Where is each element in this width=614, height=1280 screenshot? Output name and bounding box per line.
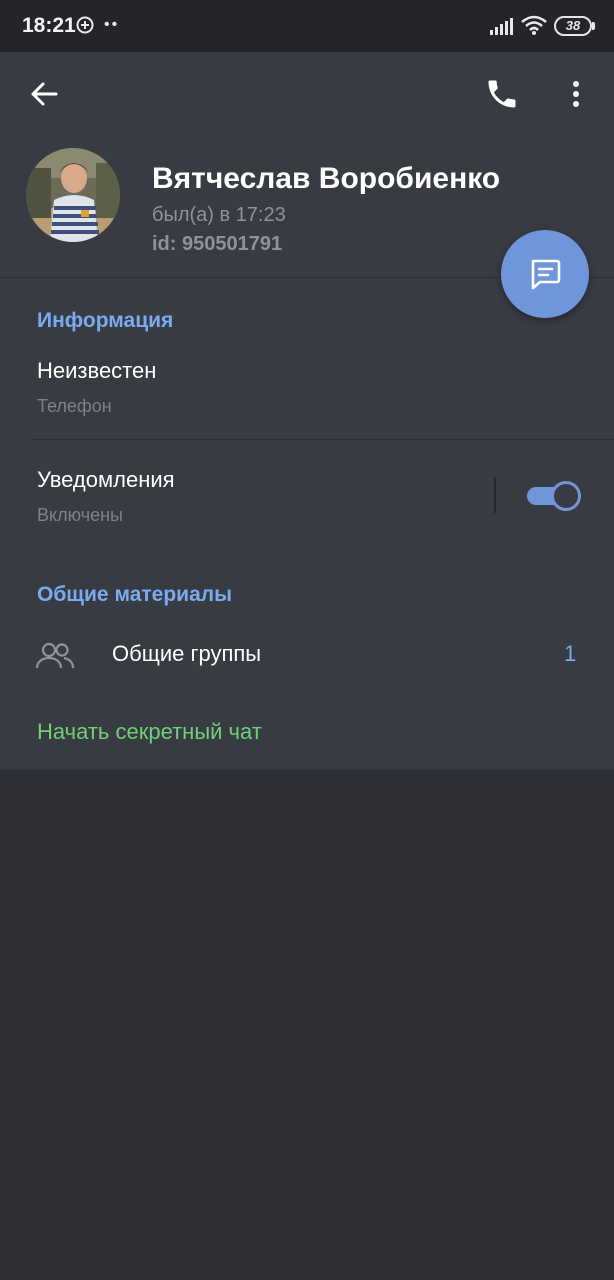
profile-name: Вятчеслав Воробиенко xyxy=(152,162,501,195)
shared-section-title: Общие материалы xyxy=(37,583,233,606)
user-id: id: 950501791 xyxy=(152,233,283,255)
status-time: 18:21 xyxy=(22,14,76,37)
avatar[interactable] xyxy=(26,148,120,242)
notifications-title: Уведомления xyxy=(37,467,175,492)
phone-label: Телефон xyxy=(37,396,112,416)
common-groups-count: 1 xyxy=(564,641,577,666)
notifications-toggle[interactable] xyxy=(527,481,581,511)
message-icon xyxy=(531,259,561,290)
wifi-icon xyxy=(521,15,547,35)
users-icon xyxy=(35,642,75,669)
last-seen: был(а) в 17:23 xyxy=(152,204,286,226)
profile-info-panel: Информация Неизвестен Телефон Уведомлени… xyxy=(0,277,614,770)
avatar-photo xyxy=(26,148,120,242)
phone-icon[interactable] xyxy=(484,76,520,112)
battery-cap xyxy=(592,22,595,30)
messenger-plus-icon xyxy=(76,16,94,34)
start-secret-chat-button[interactable]: Начать секретный чат xyxy=(37,719,262,745)
status-bar: 18:21 •• 38 xyxy=(0,0,614,52)
status-dots: •• xyxy=(104,16,120,33)
phone-value: Неизвестен xyxy=(37,358,157,383)
notifications-status: Включены xyxy=(37,505,123,525)
back-arrow-icon[interactable] xyxy=(26,76,62,112)
common-groups-label: Общие группы xyxy=(112,641,262,666)
battery-icon: 38 xyxy=(554,16,592,36)
divider xyxy=(32,439,614,440)
signal-icon xyxy=(490,18,513,35)
more-vertical-icon[interactable] xyxy=(558,76,594,112)
vertical-separator xyxy=(494,477,496,513)
send-message-button[interactable] xyxy=(501,230,589,318)
toggle-knob xyxy=(551,481,581,511)
info-section-title: Информация xyxy=(37,309,174,332)
